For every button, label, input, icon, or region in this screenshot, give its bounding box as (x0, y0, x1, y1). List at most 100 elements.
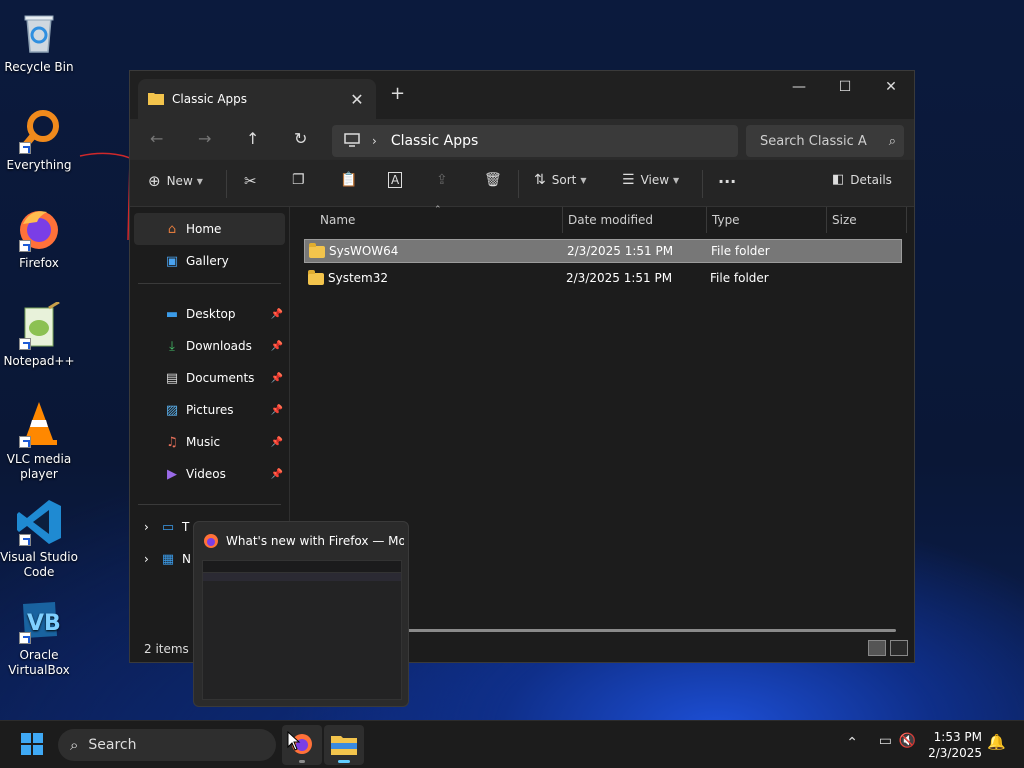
start-button[interactable] (12, 725, 52, 765)
nav-documents[interactable]: ▤ Documents 📌 (130, 362, 289, 394)
desktop-icon-vlc[interactable]: VLC media player (0, 400, 78, 482)
vscode-icon (15, 498, 63, 546)
tab-classic-apps[interactable]: Classic Apps ✕ (138, 79, 376, 119)
everything-icon (15, 106, 63, 154)
column-size[interactable]: Size (832, 213, 857, 227)
search-input[interactable]: Search Classic A ⌕ (746, 125, 904, 157)
pin-icon[interactable]: 📌 (271, 373, 283, 384)
title-bar[interactable]: Classic Apps ✕ + — ☐ ✕ (130, 71, 914, 119)
refresh-icon[interactable]: ↻ (294, 129, 307, 148)
pin-icon[interactable]: 📌 (271, 405, 283, 416)
row-name: System32 (328, 271, 389, 285)
paste-button[interactable]: 📋 (340, 172, 357, 188)
desktop-icon-vscode[interactable]: Visual Studio Code (0, 498, 78, 580)
notification-bell-icon[interactable]: 🔔 (987, 733, 1006, 751)
nav-desktop[interactable]: ▬ Desktop 📌 (130, 298, 289, 330)
show-hidden-icons-chevron-up-icon[interactable]: ⌃ (846, 735, 858, 751)
copy-icon: ❐ (292, 172, 305, 188)
taskbar-file-explorer[interactable] (324, 725, 364, 765)
pin-icon[interactable]: 📌 (271, 309, 283, 320)
this-pc-icon (344, 132, 360, 150)
forward-arrow-icon[interactable]: → (198, 129, 211, 148)
pin-icon[interactable]: 📌 (271, 469, 283, 480)
pin-icon[interactable]: 📌 (271, 437, 283, 448)
nav-downloads[interactable]: ⤓ Downloads 📌 (130, 330, 289, 362)
nav-gallery[interactable]: ▣ Gallery (130, 245, 289, 277)
desktop-icon-firefox[interactable]: Firefox (0, 204, 78, 271)
preview-title: What's new with Firefox — Moz... (226, 534, 404, 548)
desktop-icon-everything[interactable]: Everything (0, 106, 78, 173)
desktop-folder-icon: ▬ (165, 306, 179, 322)
rename-button[interactable]: A (388, 172, 403, 188)
column-date-modified[interactable]: Date modified (568, 213, 653, 227)
pin-icon[interactable]: 📌 (271, 341, 283, 352)
desktop-icon-virtualbox[interactable]: VB Oracle VirtualBox (0, 596, 78, 678)
maximize-button[interactable]: ☐ (822, 75, 868, 99)
file-explorer-icon (331, 733, 357, 758)
videos-icon: ▶ (167, 466, 177, 482)
chevron-right-icon: › (144, 552, 149, 566)
search-placeholder: Search Classic A (760, 133, 867, 149)
desktop-icon-label: Notepad++ (3, 354, 75, 368)
minimize-button[interactable]: — (776, 75, 822, 99)
nav-music[interactable]: ♫ Music 📌 (130, 426, 289, 458)
breadcrumb-classic-apps[interactable]: Classic Apps (391, 133, 479, 149)
taskbar-clock[interactable]: 1:53 PM 2/3/2025 (912, 729, 982, 761)
firefox-icon (203, 533, 219, 552)
address-bar[interactable]: › Classic Apps (332, 125, 738, 157)
clock-time: 1:53 PM (933, 730, 982, 744)
windows-logo-icon (21, 732, 43, 758)
desktop-icon-label: Firefox (19, 256, 59, 270)
download-icon: ⤓ (169, 338, 175, 354)
row-date: 2/3/2025 1:51 PM (566, 271, 673, 285)
column-type[interactable]: Type (712, 213, 740, 227)
close-window-button[interactable]: ✕ (868, 75, 914, 99)
horizontal-scrollbar[interactable] (406, 629, 896, 632)
music-icon: ♫ (166, 434, 178, 450)
plus-circle-icon: ⊕ (148, 172, 161, 190)
scissors-icon: ✂ (244, 172, 257, 190)
taskbar-search-box[interactable]: ⌕ Search (58, 729, 276, 761)
row-type: File folder (710, 271, 769, 285)
search-icon: ⌕ (888, 133, 896, 149)
up-arrow-icon[interactable]: ↑ (246, 129, 259, 148)
row-type: File folder (711, 244, 770, 258)
table-row[interactable]: SysWOW64 2/3/2025 1:51 PM File folder (304, 239, 902, 263)
firefox-window-preview[interactable]: What's new with Firefox — Moz... (193, 521, 409, 707)
copy-button[interactable]: ❐ (292, 172, 305, 188)
pictures-icon: ▨ (165, 402, 179, 418)
desktop-icon-recycle-bin[interactable]: Recycle Bin (0, 8, 78, 75)
details-pane-button[interactable]: ◧ Details (832, 172, 892, 187)
desktop-icon-notepadpp[interactable]: Notepad++ (0, 300, 78, 369)
tab-close-icon[interactable]: ✕ (348, 90, 366, 109)
view-button[interactable]: ☰ View ▼ (622, 172, 679, 188)
sort-button[interactable]: ⇅ Sort ▼ (534, 172, 587, 188)
ellipsis-icon: ··· (718, 172, 737, 191)
taskbar: ⌕ Search ⌃ ▭ 🔇 1:53 PM 2/3/2025 🔔 (0, 720, 1024, 768)
back-arrow-icon[interactable]: ← (150, 129, 163, 148)
row-date: 2/3/2025 1:51 PM (567, 244, 674, 258)
cut-button[interactable]: ✂ (244, 172, 257, 190)
desktop-icon-label: Everything (6, 158, 72, 172)
share-button[interactable]: ⇪ (436, 172, 448, 188)
delete-button[interactable]: 🗑 (484, 172, 502, 188)
nav-videos[interactable]: ▶ Videos 📌 (130, 458, 289, 490)
preview-thumbnail (202, 560, 402, 700)
clipboard-icon: 📋 (340, 172, 358, 188)
new-tab-button[interactable]: + (390, 83, 405, 104)
tiles-view-button[interactable] (890, 640, 908, 656)
more-options-button[interactable]: ··· (718, 172, 736, 191)
details-view-button[interactable] (868, 640, 886, 656)
clock-date: 2/3/2025 (928, 746, 982, 760)
column-name[interactable]: Name (320, 213, 355, 227)
table-row[interactable]: System32 2/3/2025 1:51 PM File folder (304, 267, 902, 291)
network-icon[interactable]: ▭ (879, 733, 892, 749)
nav-home[interactable]: ⌂ Home (134, 213, 285, 245)
svg-text:VB: VB (27, 611, 61, 636)
new-button[interactable]: ⊕ New ▼ (148, 172, 203, 190)
sort-ascending-icon: ⌃ (434, 205, 442, 215)
this-pc-icon: ▭ (161, 519, 175, 535)
mouse-cursor-icon (287, 731, 301, 751)
chevron-down-icon: ▼ (673, 175, 680, 185)
nav-pictures[interactable]: ▨ Pictures 📌 (130, 394, 289, 426)
